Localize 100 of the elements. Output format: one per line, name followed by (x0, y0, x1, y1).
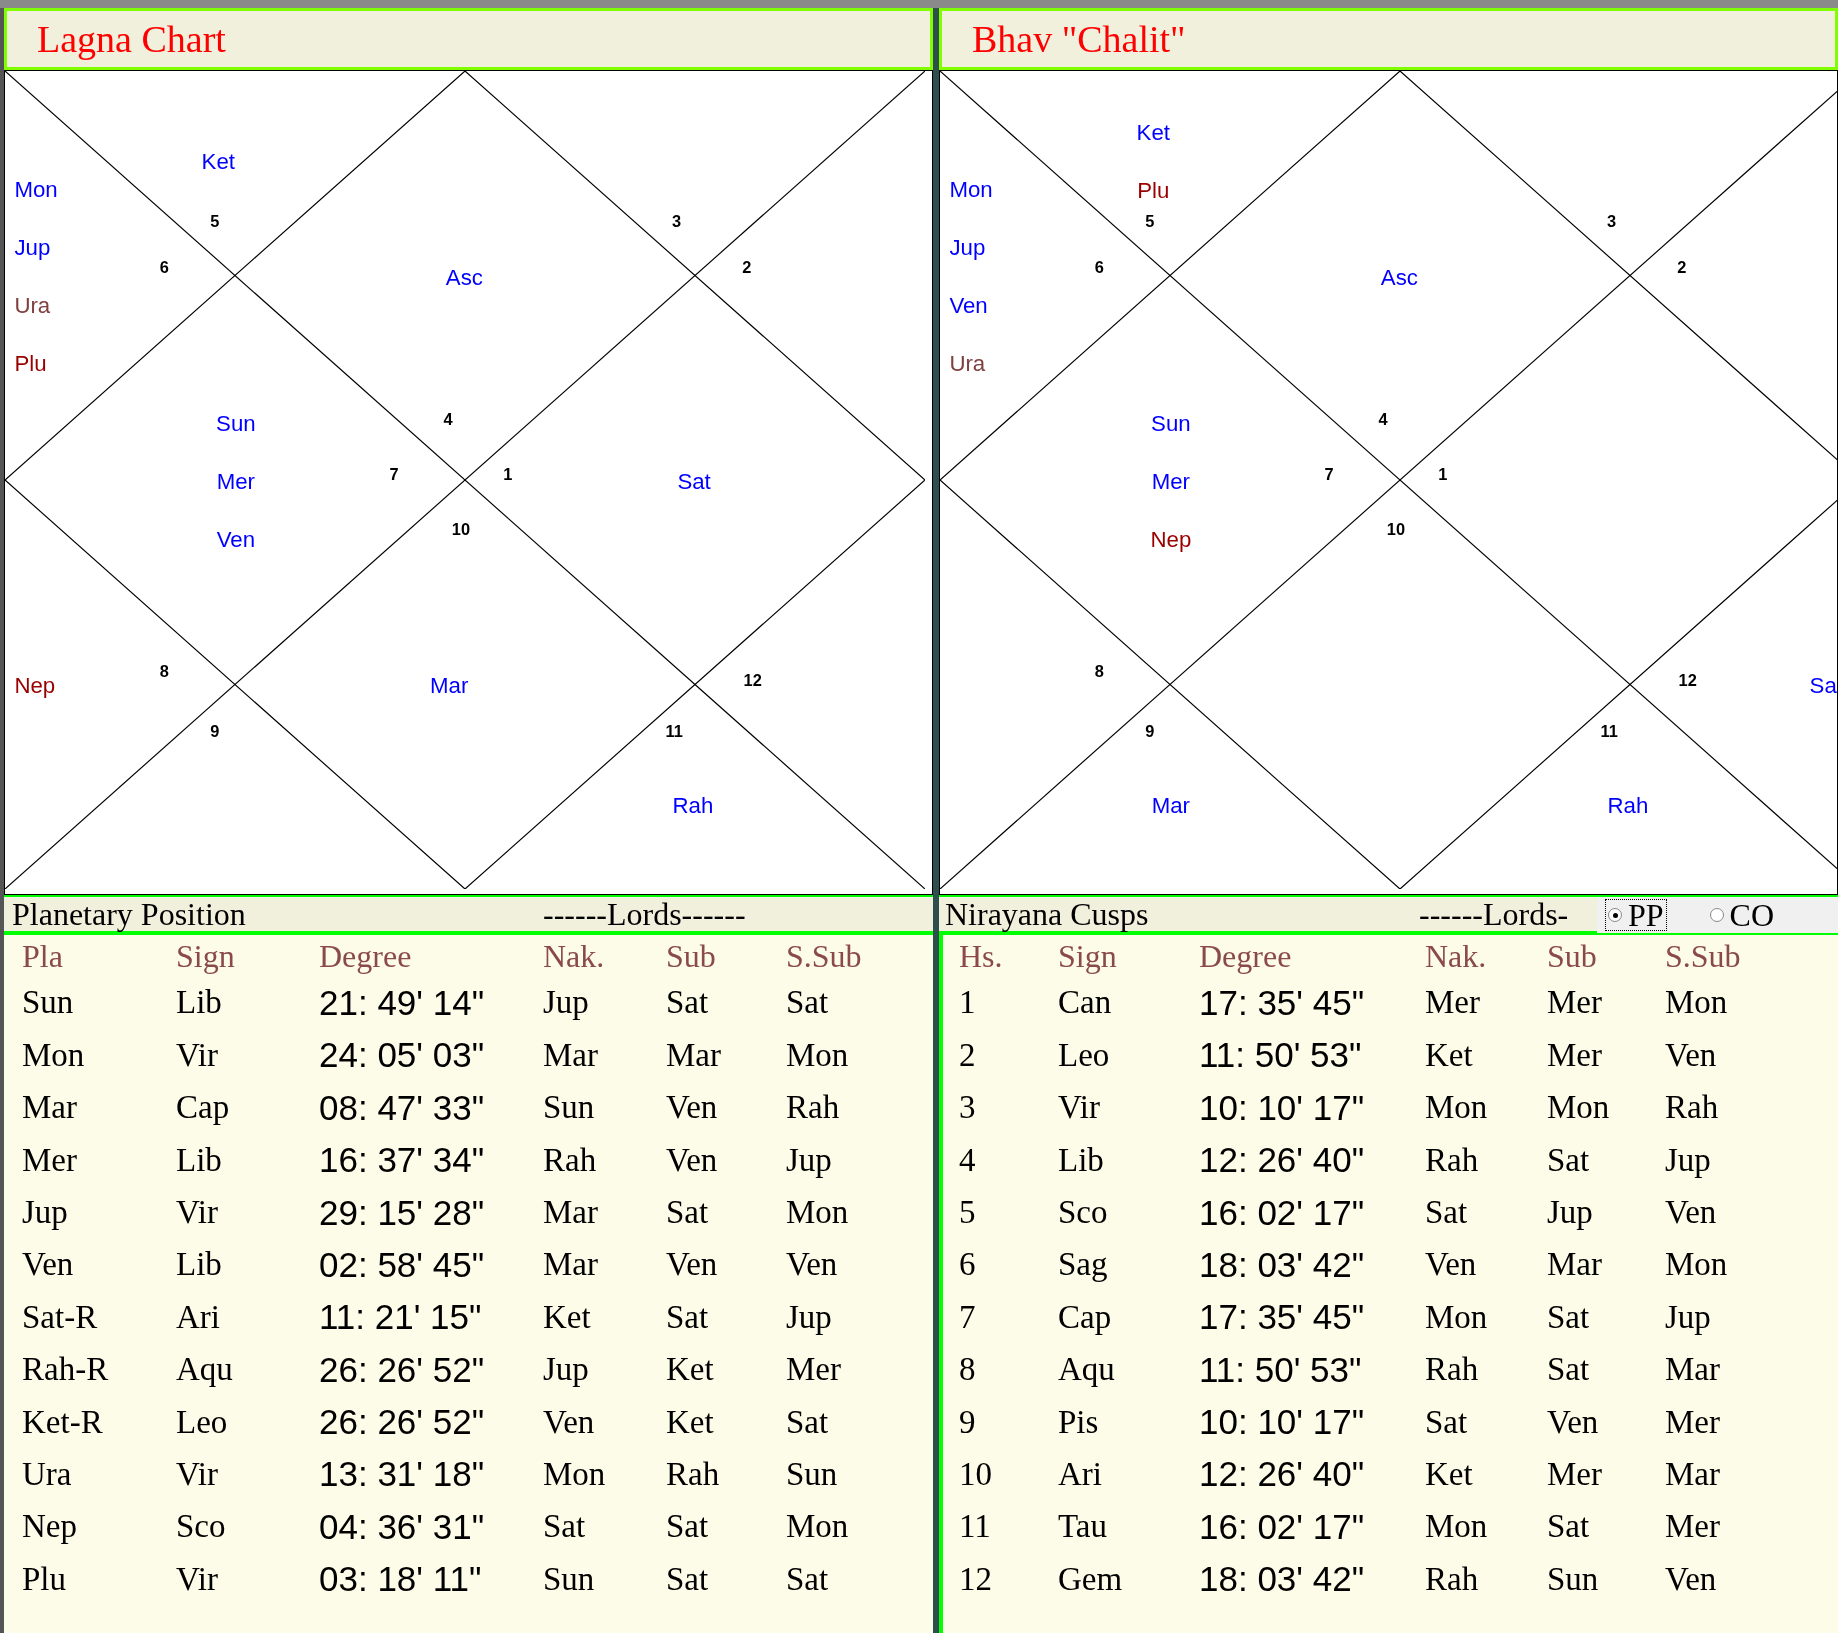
house-number: 11 (1600, 721, 1618, 740)
table-cell-text: 29: 15' 28" (319, 1191, 486, 1234)
table-cell-text: 12: 26' 40" (1199, 1139, 1366, 1182)
house-number: 1 (503, 465, 513, 483)
table-cell-text: Sun (786, 1454, 839, 1494)
table-cell-text: Can (1058, 983, 1113, 1023)
table-cell-text: Mer (1665, 1507, 1721, 1547)
table-cell-text: Sun (1547, 1559, 1600, 1599)
table-cell-text: Lib (1058, 1140, 1105, 1180)
table-cell-text: Ven (666, 1140, 719, 1180)
table-cell-text: Sat (1547, 1350, 1591, 1390)
planet-label: Nep (14, 673, 56, 699)
planet-label: Mar (430, 673, 469, 699)
table-cell-text: Vir (176, 1559, 219, 1599)
table-cell-text: 12: 26' 40" (1199, 1453, 1366, 1496)
table-cell-text: Mer (22, 1140, 78, 1180)
table-cell-text: Rah (1665, 1088, 1720, 1128)
table-cell-text: Sat (1425, 1193, 1469, 1232)
table-cell-text: Sat (666, 1507, 710, 1547)
house-number: 6 (159, 257, 169, 276)
table-cell-text: 16: 37' 34" (319, 1139, 486, 1182)
table-cell-text: Vir (1058, 1088, 1101, 1128)
table-cell-text: Mer (1547, 1035, 1603, 1075)
planet-label: Mer (1151, 469, 1191, 495)
table-cell-text: Sat (786, 983, 830, 1023)
planet-label: Rah (672, 792, 714, 818)
table-cell-text: Mon (1425, 1088, 1489, 1128)
table-cell-text: Cap (1058, 1297, 1113, 1337)
planet-label: Jup (14, 235, 51, 261)
lords-label: ------Lords------ (543, 897, 746, 931)
house-number: 9 (1145, 721, 1155, 740)
planet-label: Ket (1136, 120, 1170, 146)
table-cell-text: Sun (543, 1559, 596, 1599)
column-header: Sign (176, 937, 236, 976)
table-cell-text: 2 (959, 1035, 977, 1075)
column-header: Nak. (1425, 937, 1488, 976)
table-cell-text: 26: 26' 52" (319, 1348, 486, 1391)
house-number: 4 (1378, 409, 1388, 428)
planet-label: Sun (216, 411, 256, 437)
table-cell-text: Aqu (176, 1350, 234, 1390)
table-cell-text: Mar (543, 1245, 599, 1285)
planet-label: Sat (677, 469, 711, 495)
planet-label: Mon (14, 177, 58, 203)
house-number: 10 (451, 520, 470, 539)
planet-label: Ket (201, 149, 235, 175)
table-cell-text: Cap (176, 1088, 231, 1128)
table-cell-text: 3 (959, 1088, 977, 1128)
radio-option[interactable]: CO (1706, 899, 1778, 931)
table-cell-text: Mon (1665, 1245, 1729, 1285)
table-cell-text: Rah (543, 1140, 598, 1180)
table-cell-text: Ket (1425, 1035, 1474, 1075)
table-cell-text: Ket-R (22, 1402, 104, 1442)
table-cell-text: 1 (959, 983, 977, 1023)
table-cell-text: Lib (176, 1140, 223, 1180)
table-cell-text: Ven (543, 1402, 596, 1442)
table-cell-text: 7 (959, 1297, 977, 1337)
table-cell-text: Leo (176, 1402, 229, 1442)
radio-option[interactable]: PP (1605, 899, 1667, 931)
house-number: 12 (743, 671, 762, 690)
table-cell-text: Nep (22, 1507, 78, 1547)
lords-label: ------Lords- (1419, 897, 1569, 931)
planet-label: Ura (14, 293, 51, 319)
table-cell-text: Sat (1425, 1402, 1469, 1442)
planet-label: Asc (1380, 265, 1418, 291)
table-cell-text: Aqu (1058, 1350, 1116, 1390)
table-cell-text: Jup (543, 1350, 590, 1390)
table-cell-text: Ket (666, 1350, 715, 1390)
table-cell-text: 02: 58' 45" (319, 1243, 486, 1286)
table-cell-text: Lib (176, 983, 223, 1023)
house-number: 3 (1607, 211, 1617, 230)
table-cell-text: 18: 03' 42" (1199, 1243, 1366, 1286)
planet-label: Ven (216, 527, 256, 553)
table-cell-text: Mon (1425, 1507, 1489, 1547)
table-cell-text: 9 (959, 1402, 977, 1442)
table-cell-text: Lib (176, 1245, 223, 1285)
table-cell-text: Sun (543, 1088, 596, 1128)
table-cell-text: Plu (22, 1559, 68, 1599)
table-cell-text: Jup (543, 983, 590, 1023)
table-cell-text: Jup (1665, 1140, 1712, 1180)
table-cell-text: Ven (666, 1088, 719, 1128)
table-cell-text: Sat (543, 1507, 587, 1547)
house-number: 10 (1386, 520, 1405, 539)
table-cell-text: Ari (1058, 1454, 1103, 1494)
house-number: 2 (1677, 257, 1687, 276)
table-cell-text: 24: 05' 03" (319, 1034, 486, 1077)
table-cell-text: 17: 35' 45" (1199, 981, 1366, 1024)
table-cell-text: Sco (1058, 1193, 1109, 1232)
table-cell-text: 04: 36' 31" (319, 1505, 486, 1548)
table-cell-text: Ven (22, 1245, 75, 1285)
table-cell-text: 11: 50' 53" (1199, 1348, 1363, 1391)
column-header: Sub (1547, 937, 1598, 976)
table-cell-text: Mar (543, 1193, 599, 1232)
table-cell-text: Ket (1425, 1454, 1474, 1494)
table-cell-text: Pis (1058, 1402, 1100, 1442)
table-cell-text: Mar (1547, 1245, 1603, 1285)
house-number: 7 (389, 465, 399, 483)
table-cell-text: Mer (1547, 1454, 1603, 1494)
table-cell-text: 11: 21' 15" (319, 1296, 483, 1339)
table-cell-text: Jup (786, 1297, 833, 1337)
table-cell-text: Sag (1058, 1245, 1109, 1285)
